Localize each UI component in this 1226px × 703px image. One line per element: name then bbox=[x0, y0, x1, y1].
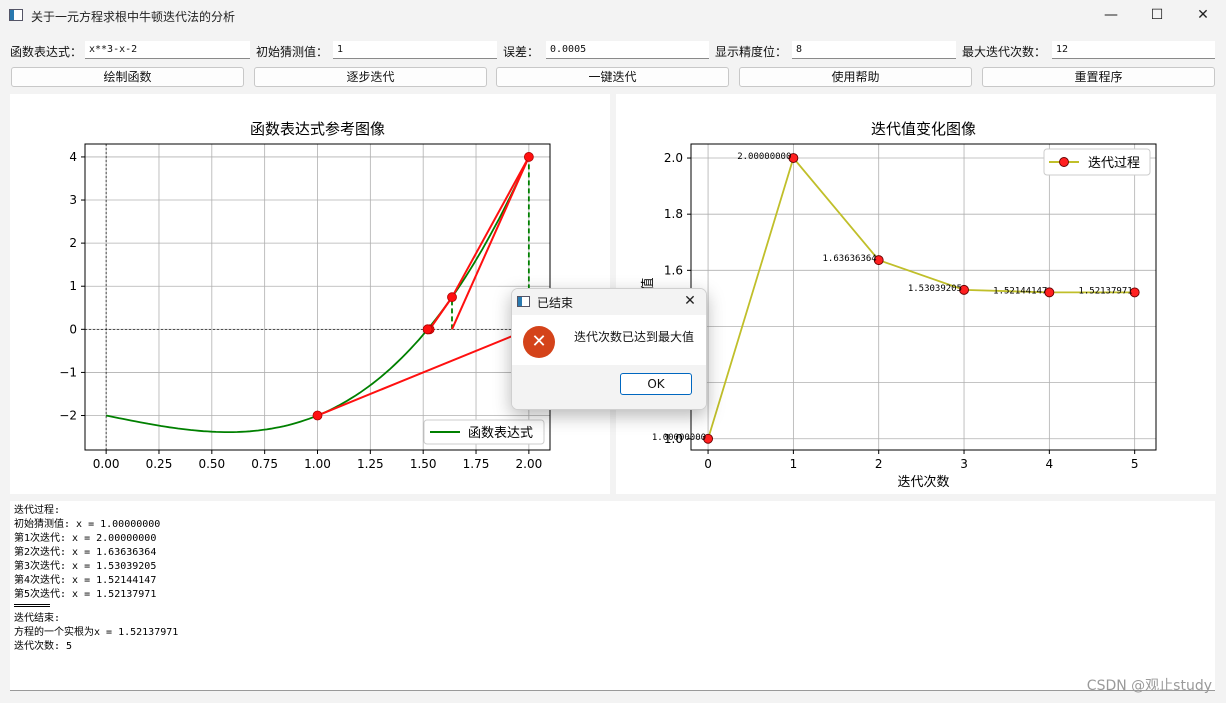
watermark: CSDN @观止study bbox=[1086, 678, 1212, 694]
log-line: 第4次迭代: x = 1.52144147 bbox=[14, 575, 157, 586]
error-icon: ✕ bbox=[523, 326, 555, 358]
x-tick-label: 1.50 bbox=[410, 457, 437, 471]
y-tick-label: 0 bbox=[69, 322, 77, 336]
plot-frame bbox=[690, 143, 1157, 451]
series-line bbox=[707, 156, 1135, 440]
y-tick-label: 4 bbox=[69, 150, 77, 164]
y-tick-label: 2.0 bbox=[664, 151, 683, 165]
x-tick-label: 0.75 bbox=[251, 457, 278, 471]
guess-input[interactable]: 1 bbox=[333, 41, 497, 59]
log-line: 第2次迭代: x = 1.63636364 bbox=[14, 547, 157, 558]
data-label: 1.53039205 bbox=[908, 284, 962, 294]
expr-input[interactable]: x**3-x-2 bbox=[85, 41, 250, 59]
x-tick-label: 3 bbox=[960, 457, 968, 471]
y-tick-label: −2 bbox=[59, 409, 77, 423]
data-label: 2.00000000 bbox=[737, 152, 791, 162]
help-button[interactable]: 使用帮助 bbox=[739, 67, 972, 87]
x-tick-label: 1.25 bbox=[357, 457, 384, 471]
maximize-button[interactable]: ☐ bbox=[1134, 0, 1180, 30]
precision-label: 显示精度位： bbox=[715, 45, 788, 59]
legend-label: 函数表达式 bbox=[468, 426, 533, 441]
guess-label: 初始猜测值： bbox=[256, 45, 329, 59]
log-line: 初始猜测值: x = 1.00000000 bbox=[14, 519, 161, 530]
app-icon bbox=[9, 9, 23, 21]
maxiter-label: 最大迭代次数： bbox=[962, 45, 1047, 59]
y-tick-label: 3 bbox=[69, 193, 77, 207]
x-tick-label: 1.00 bbox=[304, 457, 331, 471]
x-tick-label: 0 bbox=[704, 457, 712, 471]
data-label: 1.00000000 bbox=[652, 433, 706, 443]
data-label: 1.52137971 bbox=[1078, 286, 1132, 296]
dialog-title: 已结束 bbox=[537, 296, 574, 310]
error-input[interactable]: 0.0005 bbox=[546, 41, 709, 59]
precision-input[interactable]: 8 bbox=[792, 41, 956, 59]
maxiter-input[interactable]: 12 bbox=[1052, 41, 1215, 59]
close-window-button[interactable]: ✕ bbox=[1180, 0, 1226, 30]
plot-button[interactable]: 绘制函数 bbox=[11, 67, 244, 87]
iteration-path bbox=[451, 156, 530, 298]
x-axis-label: 迭代次数 bbox=[897, 474, 949, 490]
y-tick-label: −1 bbox=[59, 365, 77, 379]
x-tick-label: 0.50 bbox=[198, 457, 225, 471]
log-lines: 迭代过程: 初始猜测值: x = 1.00000000 第1次迭代: x = 2.0… bbox=[14, 504, 1211, 602]
log-line: 第5次迭代: x = 1.52137971 bbox=[14, 589, 157, 600]
log-line: 方程的一个实根为x = 1.52137971 bbox=[14, 627, 179, 638]
x-tick-label: 0.00 bbox=[93, 457, 120, 471]
chart-title: 迭代值变化图像 bbox=[871, 120, 976, 138]
log-tail: 迭代结束: 方程的一个实根为x = 1.52137971 迭代次数: 5 bbox=[14, 612, 1211, 654]
x-tick-label: 2.00 bbox=[516, 457, 543, 471]
minimize-button[interactable]: — bbox=[1088, 0, 1134, 30]
run-button[interactable]: 一键迭代 bbox=[496, 67, 729, 87]
y-tick-label: 1.8 bbox=[664, 207, 683, 221]
app-icon bbox=[517, 296, 530, 307]
data-label: 1.63636364 bbox=[823, 254, 877, 264]
iteration-point bbox=[422, 324, 433, 335]
iteration-point bbox=[312, 410, 323, 421]
x-tick-label: 4 bbox=[1046, 457, 1054, 471]
log-line: 迭代过程: bbox=[14, 505, 61, 516]
log-line: 第3次迭代: x = 1.53039205 bbox=[14, 561, 157, 572]
step-button[interactable]: 逐步迭代 bbox=[254, 67, 487, 87]
legend-marker bbox=[1059, 157, 1069, 167]
error-label: 误差： bbox=[503, 45, 540, 59]
x-tick-label: 1.75 bbox=[463, 457, 490, 471]
iteration-point bbox=[447, 292, 457, 303]
x-tick-label: 2 bbox=[875, 457, 883, 471]
dialog-message: 迭代次数已达到最大值 bbox=[574, 330, 695, 344]
dialog-footer: OK bbox=[512, 365, 706, 409]
log-separator bbox=[14, 604, 50, 607]
dialog-close-button[interactable]: ✕ bbox=[680, 291, 700, 311]
data-label: 1.52144147 bbox=[993, 286, 1047, 296]
title-bar: 关于一元方程求根中牛顿迭代法的分析 — ☐ ✕ bbox=[0, 0, 1226, 32]
y-tick-label: 2 bbox=[69, 236, 77, 250]
log-line: 迭代结束: bbox=[14, 613, 61, 624]
log-line: 第1次迭代: x = 2.00000000 bbox=[14, 533, 157, 544]
log-output[interactable]: 迭代过程: 初始猜测值: x = 1.00000000 第1次迭代: x = 2.0… bbox=[10, 501, 1215, 691]
y-tick-label: 1.6 bbox=[664, 263, 683, 277]
expr-label: 函数表达式： bbox=[10, 45, 83, 59]
log-line: 迭代次数: 5 bbox=[14, 641, 73, 652]
y-tick-label: 1 bbox=[69, 279, 77, 293]
reset-button[interactable]: 重置程序 bbox=[982, 67, 1215, 87]
chart-title: 函数表达式参考图像 bbox=[250, 120, 385, 138]
x-tick-label: 0.25 bbox=[146, 457, 173, 471]
dialog-header: 已结束 ✕ bbox=[512, 289, 706, 315]
iteration-path bbox=[428, 296, 453, 330]
ok-button[interactable]: OK bbox=[620, 373, 692, 395]
x-tick-label: 5 bbox=[1131, 457, 1139, 471]
legend-label: 迭代过程 bbox=[1088, 156, 1140, 171]
window-title: 关于一元方程求根中牛顿迭代法的分析 bbox=[31, 10, 236, 24]
iteration-point bbox=[523, 152, 534, 162]
finished-dialog: 已结束 ✕ ✕ 迭代次数已达到最大值 OK bbox=[511, 288, 707, 410]
x-tick-label: 1 bbox=[790, 457, 798, 471]
